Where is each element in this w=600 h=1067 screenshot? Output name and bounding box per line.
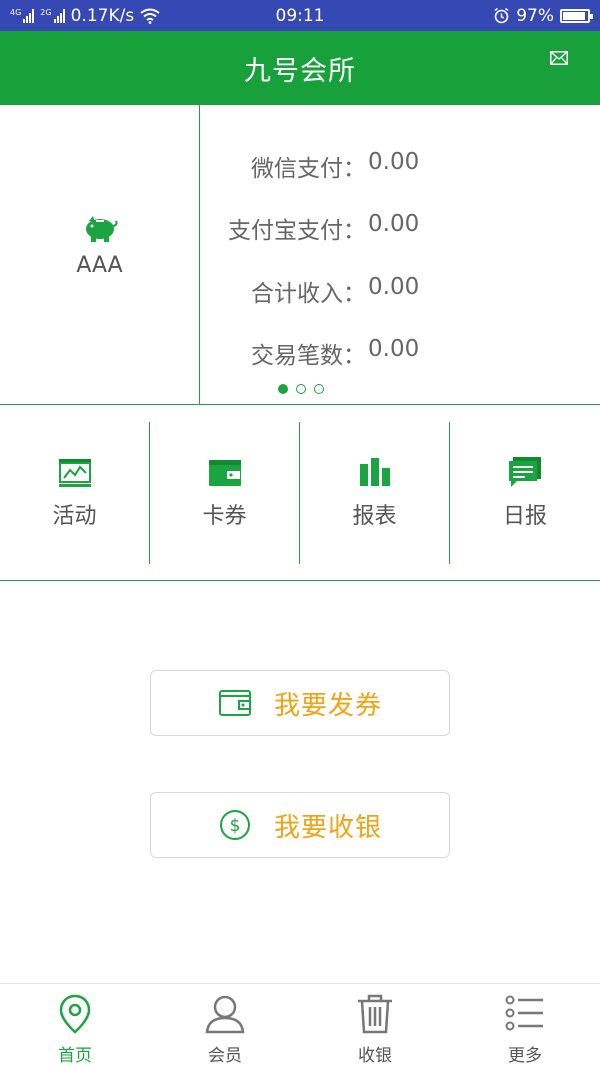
stat-total-income: 合计收入： 0.00 [201,274,600,307]
stat-alipay: 支付宝支付： 0.00 [201,211,600,244]
page-dot-1[interactable] [278,384,288,394]
stat-label: 支付宝支付： [228,218,366,244]
stat-wechat: 微信支付： 0.00 [201,149,600,182]
stat-value: 0.00 [368,274,420,300]
piggy-bank-icon [85,215,118,242]
grid-item-coupons[interactable]: 卡券 [150,422,300,564]
grid-label: 卡券 [202,504,247,529]
list-menu-icon [505,995,543,1031]
wifi-icon [140,8,160,24]
tab-more[interactable]: 更多 [450,984,600,1067]
tab-home[interactable]: 首页 [0,984,150,1067]
signal-4g-icon: 4G [10,7,35,23]
network-type-2: 2G [40,7,52,17]
stat-transaction-count: 交易笔数： 0.00 [201,336,600,369]
bottom-tab-bar: 首页 会员 收银 更多 [0,983,600,1067]
mail-icon[interactable] [550,51,568,65]
battery-icon [560,8,593,23]
page-title: 九号会所 [244,55,356,87]
tab-label: 会员 [208,1046,242,1066]
store-card[interactable]: AAA [0,105,200,405]
bar-chart-icon [359,458,390,486]
stat-value: 0.00 [368,149,420,175]
network-speed: 0.17K/s [70,5,135,26]
battery-percent: 97% [516,5,554,26]
app-header: 九号会所 [0,31,600,105]
stat-value: 0.00 [368,336,420,362]
cashier-label: 我要收银 [273,812,382,843]
grid-label: 日报 [502,504,547,529]
grid-label: 活动 [52,504,97,529]
store-name: AAA [76,252,123,278]
tab-cashier[interactable]: 收银 [300,984,450,1067]
tab-members[interactable]: 会员 [150,984,300,1067]
issue-coupon-label: 我要发券 [273,690,382,721]
trash-bin-icon [358,994,392,1034]
wallet-outline-icon [218,690,251,716]
network-type-1: 4G [10,7,22,17]
stat-label: 交易笔数： [251,343,366,369]
grid-item-daily-report[interactable]: 日报 [450,422,600,564]
stats-panel: 微信支付： 0.00 支付宝支付： 0.00 合计收入： 0.00 交易笔数： … [201,105,600,405]
page-dot-2[interactable] [296,384,306,394]
status-right: 97% [493,5,593,26]
wallet-card-icon [208,460,241,486]
signal-2g-icon: 2G [40,7,65,23]
page-dot-3[interactable] [314,384,324,394]
summary-panel: AAA 微信支付： 0.00 支付宝支付： 0.00 合计收入： 0.00 交易… [0,105,600,405]
page-indicator [278,384,324,394]
grid-item-activity[interactable]: 活动 [0,422,150,564]
grid-item-reports[interactable]: 报表 [300,422,450,564]
cashier-button[interactable]: $ 我要收银 [150,792,450,858]
stat-label: 微信支付： [251,156,366,182]
tab-label: 首页 [58,1046,92,1066]
alarm-icon [494,7,509,24]
svg-text:$: $ [230,816,241,836]
status-left: 4G 2G 0.17K/s [10,6,160,26]
daily-report-icon [509,457,541,487]
stat-value: 0.00 [368,211,420,237]
stat-label: 合计收入： [251,281,366,307]
grid-label: 报表 [352,504,397,529]
tab-label: 收银 [358,1046,392,1066]
tab-label: 更多 [508,1046,542,1066]
activity-chart-icon [58,459,91,487]
location-pin-icon [59,994,91,1034]
member-person-icon [205,995,245,1034]
function-grid: 活动 卡券 报表 日报 [0,405,600,581]
status-bar: 4G 2G 0.17K/s 09:11 97% [0,0,600,31]
issue-coupon-button[interactable]: 我要发券 [150,670,450,736]
dollar-coin-icon: $ [219,810,250,840]
